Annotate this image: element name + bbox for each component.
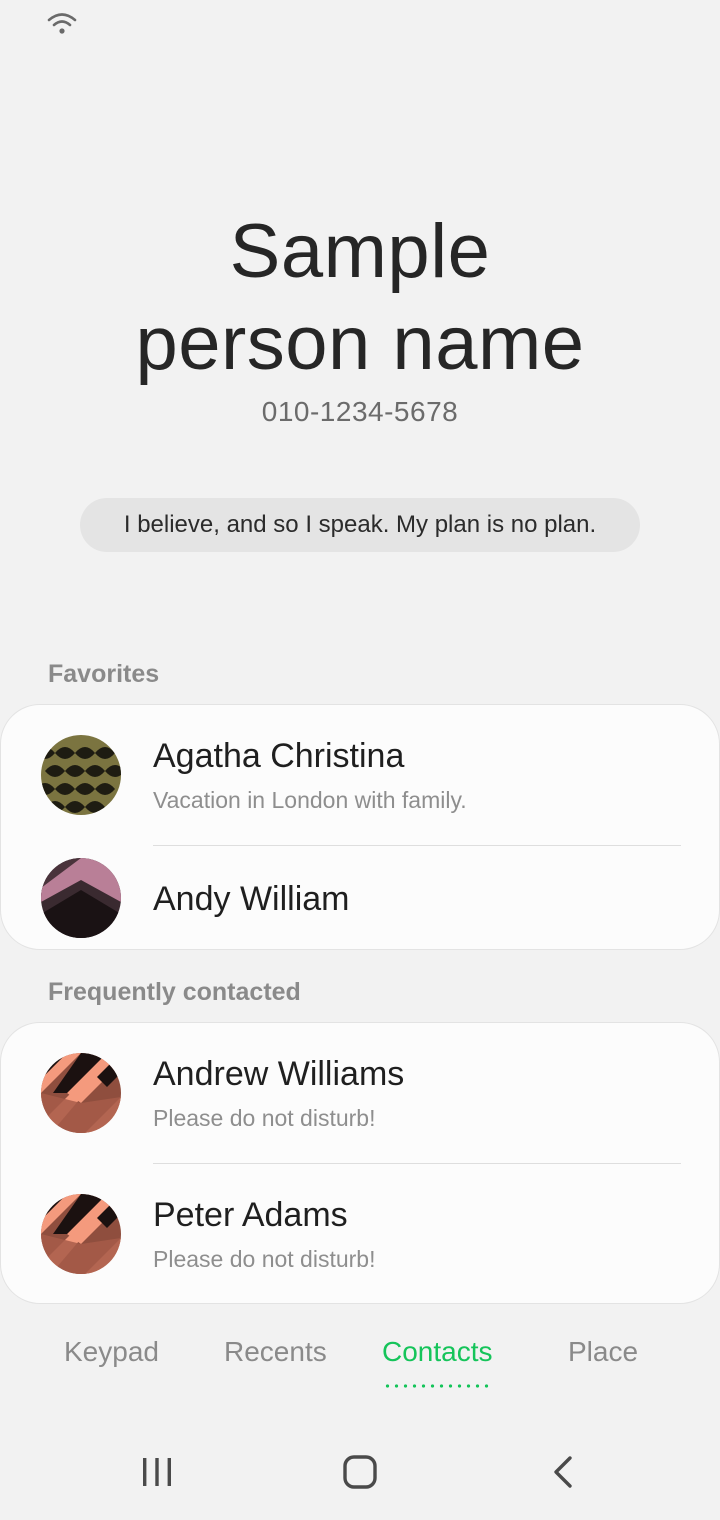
bottom-tab-bar: Keypad Recents Contacts Place [0,1336,720,1406]
avatar [41,1053,121,1133]
profile-name: Sample person name [0,206,720,390]
status-message[interactable]: I believe, and so I speak. My plan is no… [80,498,640,552]
favorites-card: Agatha Christina Vacation in London with… [0,704,720,950]
wifi-icon [44,13,80,40]
contact-row-agatha[interactable]: Agatha Christina Vacation in London with… [1,705,720,845]
home-icon[interactable] [336,1452,384,1492]
tab-keypad[interactable]: Keypad [64,1336,159,1368]
system-nav-bar [0,1440,720,1504]
tab-contacts[interactable]: Contacts [382,1336,493,1388]
contact-name: Peter Adams [153,1196,348,1234]
frequently-contacted-header: Frequently contacted [48,978,301,1006]
contact-row-andy[interactable]: Andy William [1,846,720,950]
profile-name-line2: person name [135,301,585,386]
profile-phone[interactable]: 010-1234-5678 [0,396,720,428]
status-bar [44,10,80,36]
tab-recents[interactable]: Recents [224,1336,327,1368]
back-icon[interactable] [540,1452,588,1492]
contact-row-peter[interactable]: Peter Adams Please do not disturb! [1,1164,720,1304]
contact-row-andrew[interactable]: Andrew Williams Please do not disturb! [1,1023,720,1163]
recent-apps-icon[interactable] [133,1452,181,1492]
contact-status: Vacation in London with family. [153,787,467,813]
active-tab-indicator [382,1384,493,1388]
frequently-contacted-card: Andrew Williams Please do not disturb! P… [0,1022,720,1304]
tab-place[interactable]: Place [568,1336,638,1368]
contact-name: Andy William [153,880,350,918]
contact-status: Please do not disturb! [153,1105,376,1131]
contact-name: Agatha Christina [153,737,405,775]
contact-name: Andrew Williams [153,1055,405,1093]
avatar [41,858,121,938]
contact-status: Please do not disturb! [153,1246,376,1272]
contact-profile-screen: Sample person name 010-1234-5678 I belie… [0,0,720,1520]
avatar [41,735,121,815]
favorites-header: Favorites [48,660,160,688]
profile-name-line1: Sample [229,209,491,294]
avatar [41,1194,121,1274]
tab-contacts-label: Contacts [382,1336,493,1367]
